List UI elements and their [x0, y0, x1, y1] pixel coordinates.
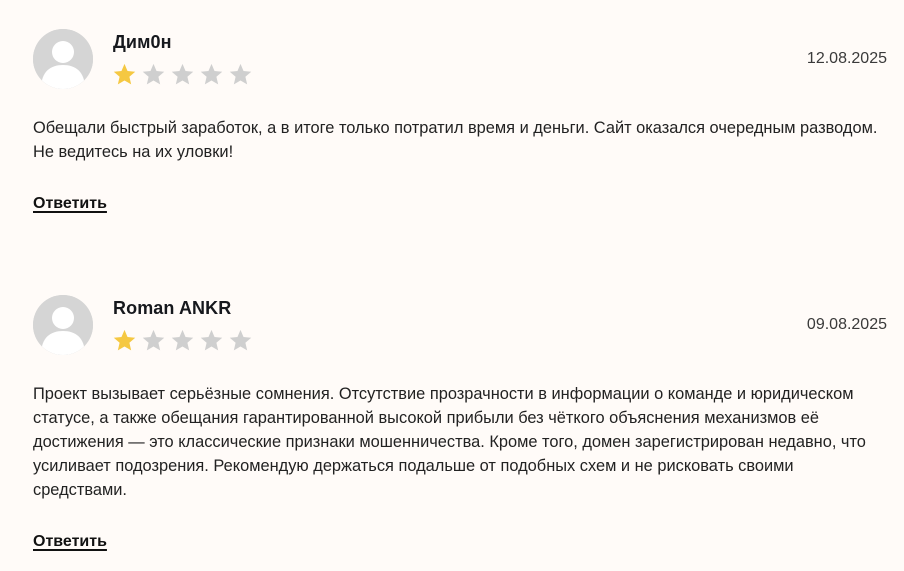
user-avatar-icon [33, 29, 93, 89]
star-empty-icon [142, 63, 165, 85]
rating-stars [112, 328, 253, 353]
comment-date: 12.08.2025 [806, 50, 887, 67]
star-filled-icon [113, 63, 136, 85]
rating-stars [112, 62, 253, 87]
comment-item: Дим0н 12.08.2025 Обещали быстрый заработ… [0, 29, 904, 229]
user-avatar-icon [33, 295, 93, 355]
reply-button[interactable]: Ответить [33, 195, 107, 213]
star-empty-icon [171, 63, 194, 85]
comment-author: Дим0н [113, 32, 172, 52]
star-empty-icon [200, 329, 223, 351]
comment-author: Roman ANKR [113, 298, 232, 318]
star-filled-icon [113, 329, 136, 351]
star-empty-icon [171, 329, 194, 351]
comment-text: Обещали быстрый заработок, а в итоге тол… [33, 119, 878, 161]
comment-item: Roman ANKR 09.08.2025 Проект вызывает се… [0, 295, 904, 565]
star-empty-icon [142, 329, 165, 351]
reply-button[interactable]: Ответить [33, 533, 107, 551]
comment-text: Проект вызывает серьёзные сомнения. Отсу… [33, 385, 866, 499]
star-empty-icon [200, 63, 223, 85]
star-empty-icon [229, 63, 252, 85]
comment-date: 09.08.2025 [806, 316, 887, 333]
star-empty-icon [229, 329, 252, 351]
